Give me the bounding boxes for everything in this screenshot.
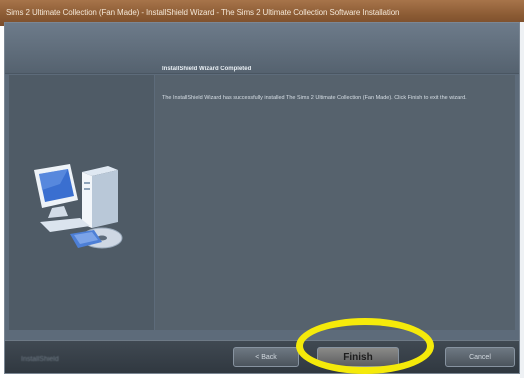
- keyboard: [40, 218, 90, 232]
- wizard-heading: InstallShield Wizard Completed: [162, 66, 252, 72]
- monitor-stand: [48, 206, 68, 218]
- drive-slot: [84, 182, 90, 184]
- tower-side: [92, 170, 118, 228]
- main-panel: [155, 75, 515, 330]
- header-band: [5, 23, 519, 74]
- back-button[interactable]: < Back: [233, 347, 299, 367]
- drive-slot: [84, 188, 90, 190]
- cancel-button[interactable]: Cancel: [445, 347, 515, 367]
- computer-with-disc-icon: [34, 164, 123, 249]
- tower-front: [82, 172, 92, 228]
- wizard-footer: InstallShield < Back Finish Cancel: [5, 340, 519, 373]
- finish-button[interactable]: Finish: [317, 347, 399, 367]
- page-edge: [520, 22, 524, 378]
- wizard-body-text: The InstallShield Wizard has successfull…: [162, 95, 467, 101]
- footer-brand: InstallShield: [21, 356, 59, 363]
